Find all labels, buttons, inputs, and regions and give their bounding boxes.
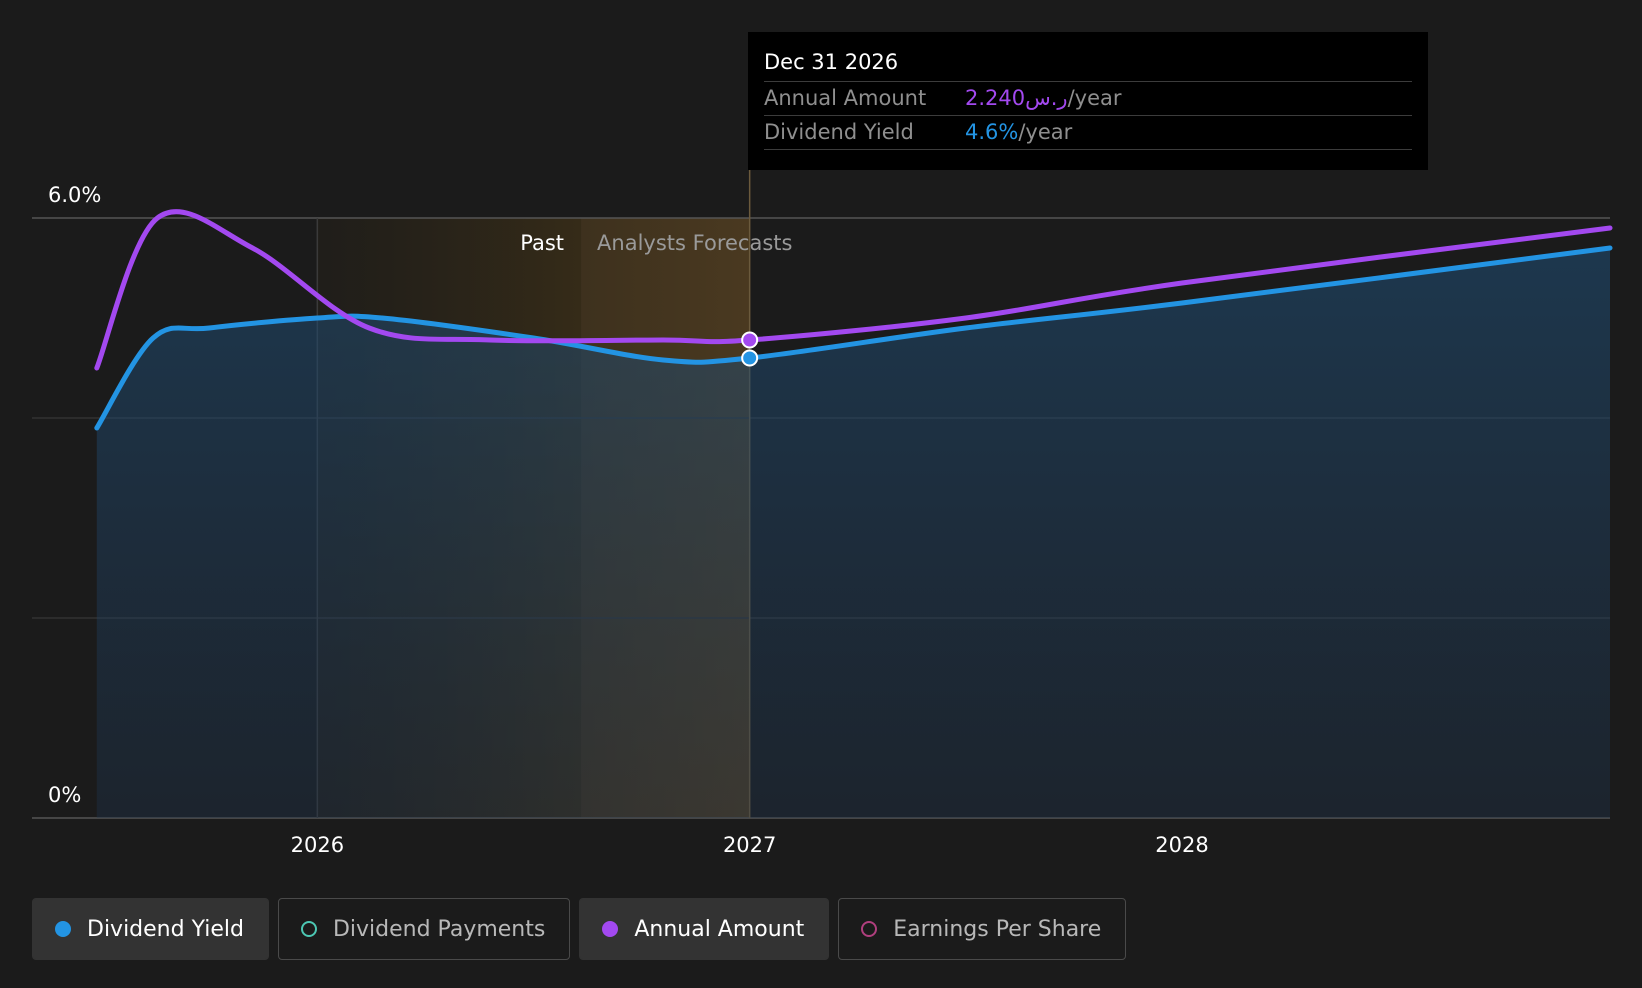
- x-axis-tick-label: 2026: [291, 833, 344, 857]
- tooltip-label: Dividend Yield: [764, 120, 914, 144]
- past-label: Past: [520, 231, 564, 255]
- legend-dot-icon: [602, 921, 619, 937]
- forecast-label: Analysts Forecasts: [597, 231, 792, 255]
- legend-dividend-payments-button[interactable]: Dividend Payments: [277, 898, 571, 960]
- legend-label: Earnings Per Share: [893, 916, 1102, 942]
- x-axis-tick-label: 2028: [1155, 833, 1208, 857]
- tooltip-value: 2.240ر.س: [965, 86, 1068, 110]
- tooltip-unit: /year: [1067, 86, 1122, 110]
- x-axis-tick-label: 2027: [723, 833, 776, 857]
- tooltip-row-dividend-yield: Dividend Yield 4.6% /year: [764, 116, 1412, 150]
- highlight-point-annual-amount: [741, 331, 759, 349]
- y-axis-top-label: 6.0%: [48, 183, 101, 207]
- legend-dividend-yield-button[interactable]: Dividend Yield: [32, 898, 269, 960]
- legend-dot-icon: [55, 921, 71, 937]
- legend-label: Dividend Yield: [87, 916, 244, 942]
- legend: Dividend Yield Dividend Payments Annual …: [32, 898, 1127, 960]
- legend-ring-icon: [861, 921, 878, 937]
- tooltip-value: 4.6%: [965, 120, 1019, 144]
- tooltip-date: Dec 31 2026: [764, 47, 1412, 82]
- legend-label: Annual Amount: [634, 916, 805, 942]
- legend-label: Dividend Payments: [332, 916, 546, 942]
- tooltip-row-annual-amount: Annual Amount 2.240ر.س /year: [764, 82, 1412, 116]
- tooltip-unit: /year: [1018, 120, 1073, 144]
- tooltip: Dec 31 2026 Annual Amount 2.240ر.س /year…: [748, 32, 1428, 170]
- legend-earnings-per-share-button[interactable]: Earnings Per Share: [838, 898, 1127, 960]
- y-axis-bottom-label: 0%: [48, 783, 81, 807]
- legend-annual-amount-button[interactable]: Annual Amount: [579, 898, 830, 960]
- tooltip-label: Annual Amount: [764, 86, 927, 110]
- highlight-point-dividend-yield: [741, 349, 759, 367]
- legend-ring-icon: [300, 921, 317, 937]
